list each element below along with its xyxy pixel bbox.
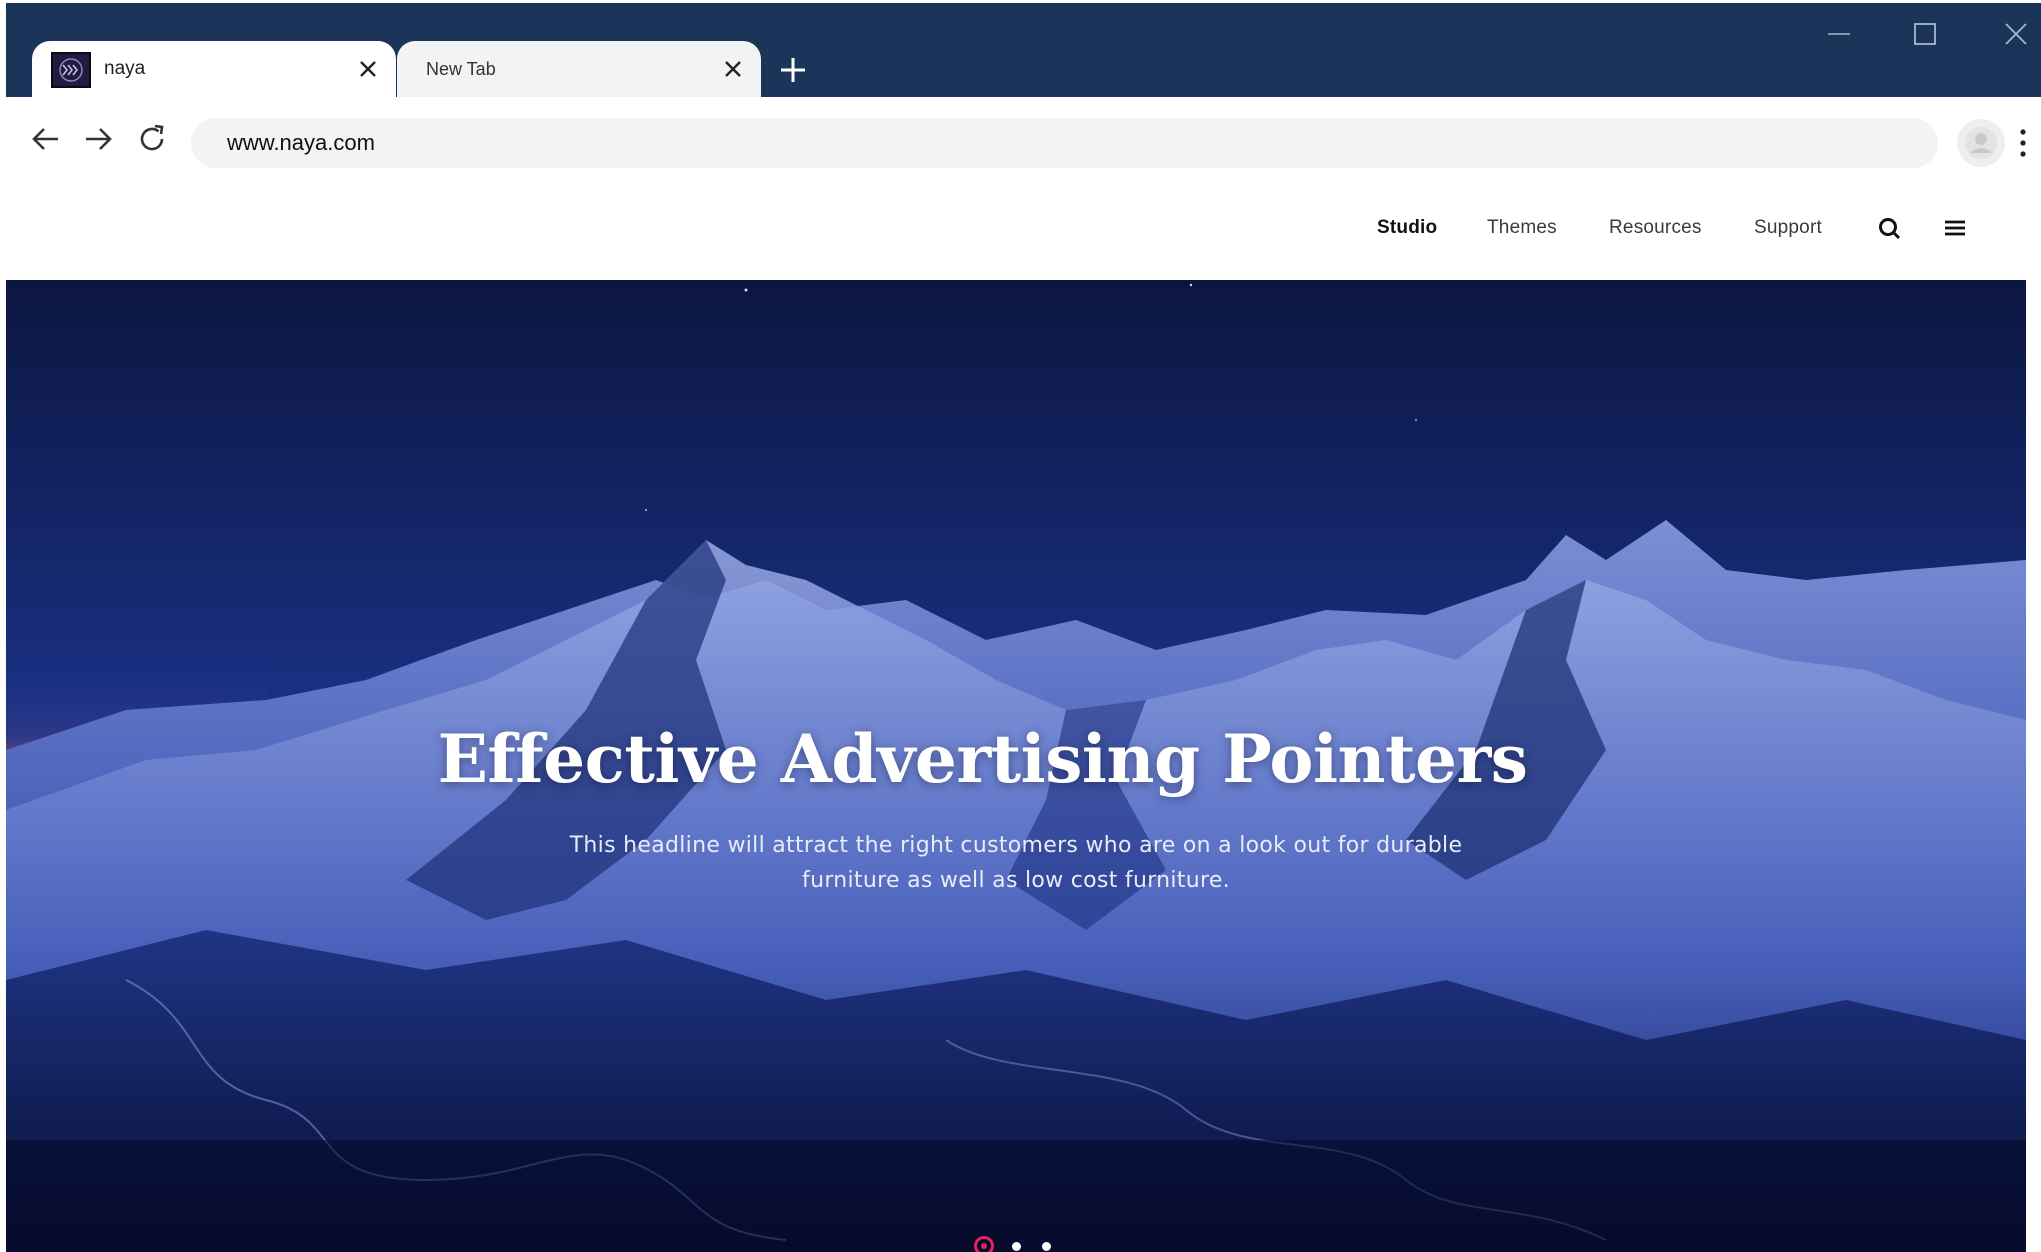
close-icon[interactable] — [721, 57, 745, 81]
maximize-icon[interactable] — [1910, 19, 1940, 49]
tab-title: New Tab — [426, 59, 496, 79]
slider-dot-2[interactable] — [1012, 1242, 1021, 1251]
browser-titlebar: naya New Tab — [6, 3, 2041, 97]
nav-studio[interactable]: Studio — [1377, 217, 1437, 239]
forward-icon[interactable] — [80, 121, 116, 157]
hamburger-menu-icon[interactable] — [1942, 216, 1968, 240]
tab-new-tab[interactable]: New Tab — [397, 41, 761, 97]
search-icon[interactable] — [1877, 216, 1903, 242]
hero-title: Effective Advertising Pointers — [437, 720, 1528, 798]
more-icon[interactable] — [2012, 123, 2034, 163]
browser-window: naya New Tab www.naya.com Studio Themes … — [6, 3, 2041, 1252]
tab-title: naya — [104, 58, 146, 79]
minimize-icon[interactable] — [1824, 19, 1854, 49]
reload-icon[interactable] — [134, 121, 170, 157]
naya-logo-icon — [51, 52, 91, 88]
address-bar[interactable]: www.naya.com — [191, 118, 1938, 168]
slider-dot-1[interactable] — [974, 1236, 994, 1252]
browser-toolbar: www.naya.com — [6, 97, 2041, 185]
back-icon[interactable] — [28, 121, 64, 157]
url-text: www.naya.com — [227, 130, 375, 155]
site-header: Studio Themes Resources Support — [6, 185, 2026, 280]
nav-themes[interactable]: Themes — [1487, 217, 1557, 239]
slider-dot-3[interactable] — [1042, 1242, 1051, 1251]
nav-resources[interactable]: Resources — [1609, 217, 1702, 239]
hero-subtitle: This headline will attract the right cus… — [569, 833, 1463, 893]
nav-support[interactable]: Support — [1754, 217, 1822, 239]
window-close-icon[interactable] — [2001, 19, 2031, 49]
close-icon[interactable] — [356, 57, 380, 81]
new-tab-button[interactable] — [776, 53, 810, 87]
profile-icon[interactable] — [1957, 119, 2005, 167]
tab-naya[interactable]: naya — [32, 41, 396, 97]
hero-banner: Effective Advertising Pointers This head… — [6, 280, 2026, 1252]
